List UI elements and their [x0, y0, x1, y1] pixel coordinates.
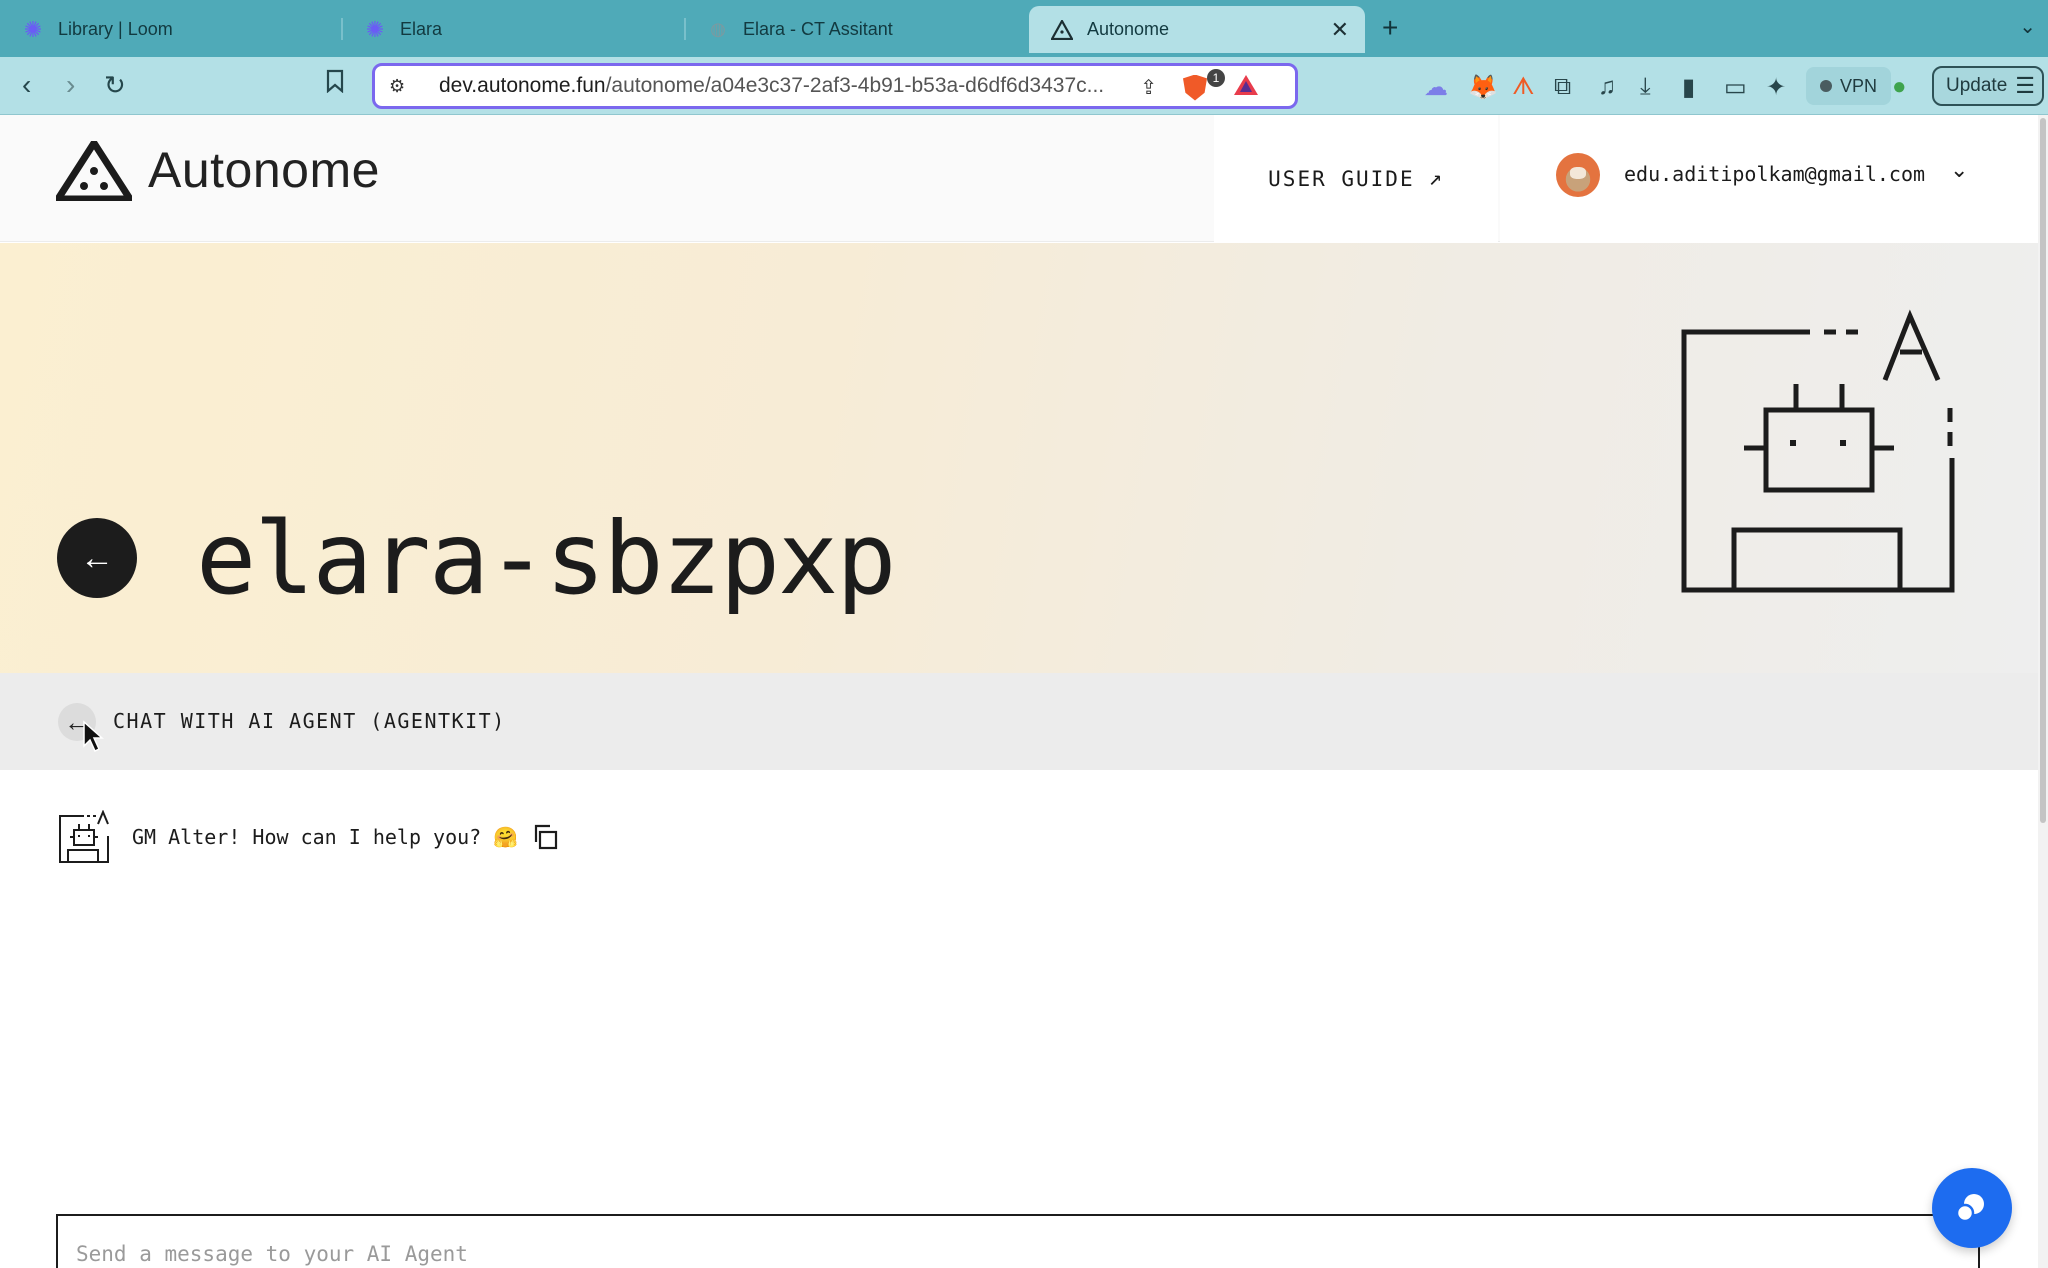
brave-rewards-icon[interactable]	[1233, 74, 1259, 101]
avatar-face	[1570, 167, 1586, 179]
user-guide-link[interactable]: USER GUIDE ↗	[1214, 115, 1498, 242]
arrow-up-right-icon: ↗	[1428, 166, 1444, 191]
vpn-status-icon	[1820, 80, 1832, 92]
brand-name[interactable]: Autonome	[148, 141, 380, 199]
sidebar-icon[interactable]: ▮	[1682, 73, 1695, 102]
chat-section-header: ← CHAT WITH AI AGENT (AGENTKIT)	[0, 673, 2038, 770]
extensions-puzzle-icon[interactable]: ⧉	[1554, 73, 1571, 101]
metamask-icon[interactable]: 🦊	[1468, 73, 1498, 102]
forward-icon[interactable]: ›	[66, 69, 75, 101]
address-bar[interactable]: ⚙ dev.autonome.fun/autonome/a04e3c37-2af…	[372, 63, 1298, 109]
reload-icon[interactable]: ↻	[104, 69, 126, 101]
close-tab-icon[interactable]: ✕	[1331, 17, 1349, 43]
copy-icon[interactable]	[530, 822, 560, 852]
user-guide-label: USER GUIDE	[1268, 166, 1415, 191]
tab-elara[interactable]: ✺ Elara	[342, 6, 682, 53]
chat-bubble-icon	[1955, 1194, 1984, 1223]
app-header: Autonome USER GUIDE ↗ edu.aditipolkam@gm…	[0, 115, 2038, 242]
url-host: dev.autonome.fun	[439, 74, 606, 97]
brave-shield-icon[interactable]	[1183, 74, 1207, 101]
bookmark-icon[interactable]	[326, 69, 344, 102]
browser-toolbar: ‹ › ↻ ⚙ dev.autonome.fun/autonome/a04e3c…	[0, 57, 2048, 115]
chat-fab-button[interactable]	[1932, 1168, 2012, 1248]
back-button[interactable]: ←	[57, 518, 137, 598]
message-composer	[56, 1214, 1980, 1268]
autonome-logo-icon[interactable]	[56, 141, 132, 201]
extension-cloud-icon[interactable]: ☁	[1424, 73, 1448, 102]
loom-icon: ✺	[365, 16, 385, 42]
update-label: Update	[1946, 75, 2008, 96]
tab-library-loom[interactable]: ✺ Library | Loom	[0, 6, 340, 53]
back-icon[interactable]: ‹	[22, 69, 31, 101]
tab-label: Autonome	[1087, 19, 1170, 39]
vpn-label: VPN	[1840, 75, 1878, 96]
autonome-icon	[1051, 19, 1073, 41]
site-settings-icon[interactable]: ⚙	[389, 76, 415, 97]
browser-tab-strip: ✺ Library | Loom ✺ Elara ◍ Elara - CT As…	[0, 0, 2048, 57]
update-button[interactable]: Update ☰	[1932, 66, 2044, 106]
tab-autonome[interactable]: Autonome ✕	[1029, 6, 1365, 53]
url-path: /autonome/a04e3c37-2af3-4b91-b53a-d6df6d…	[605, 74, 1105, 97]
section-title: CHAT WITH AI AGENT (AGENTKIT)	[113, 709, 506, 733]
tab-label: Elara	[400, 19, 443, 39]
chat-panel: GM Alter! How can I help you? 🤗	[0, 770, 2038, 1268]
wallet-icon[interactable]: ▭	[1724, 73, 1747, 102]
extension-a-icon[interactable]: ᗑ	[1512, 73, 1535, 101]
music-icon[interactable]: ♫	[1598, 73, 1616, 101]
account-menu[interactable]: edu.aditipolkam@gmail.com ⌄	[1500, 115, 2038, 242]
mouse-cursor-icon	[83, 720, 104, 753]
tab-label: Elara - CT Assitant	[743, 19, 893, 39]
leo-ai-icon[interactable]: ✦	[1766, 73, 1786, 102]
account-email: edu.aditipolkam@gmail.com	[1624, 162, 1926, 186]
robot-illustration-icon	[1681, 309, 1955, 593]
menu-icon: ☰	[2015, 73, 2036, 98]
chat-message-text: GM Alter! How can I help you? 🤗	[132, 825, 519, 849]
loom-icon: ✺	[23, 16, 43, 42]
tab-label: Library | Loom	[58, 19, 173, 39]
agent-hero: ← elara-sbzpxp	[0, 243, 2038, 673]
chevron-down-icon[interactable]: ⌄	[1950, 157, 1968, 183]
globe-icon: ◍	[710, 19, 726, 39]
message-input[interactable]	[58, 1216, 1978, 1268]
tab-elara-ct-assistant[interactable]: ◍ Elara - CT Assitant	[685, 6, 1025, 53]
page-scrollbar-thumb[interactable]	[2040, 118, 2046, 823]
green-extension-icon[interactable]: ●	[1892, 73, 1907, 101]
agent-avatar-icon	[59, 810, 109, 863]
shield-count-badge: 1	[1207, 69, 1225, 87]
vpn-button[interactable]: VPN	[1806, 67, 1892, 105]
new-tab-button[interactable]: +	[1382, 12, 1398, 44]
download-icon[interactable]: ⤓	[1640, 73, 1651, 101]
arrow-left-icon: ←	[80, 538, 114, 577]
chevron-down-icon[interactable]: ⌄	[2019, 14, 2036, 39]
agent-name-title: elara-sbzpxp	[196, 500, 896, 617]
url-text: dev.autonome.fun/autonome/a04e3c37-2af3-…	[439, 74, 1139, 98]
chat-message: GM Alter! How can I help you? 🤗	[58, 810, 518, 864]
share-icon[interactable]: ⇪	[1140, 75, 1157, 100]
